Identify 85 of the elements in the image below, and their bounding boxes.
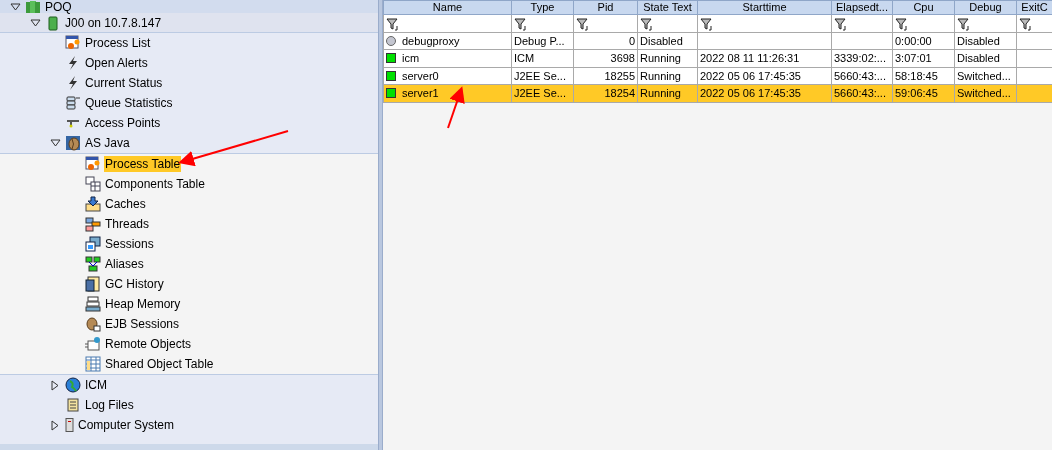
table-cell: 18255 — [573, 67, 638, 85]
table-gears-icon — [65, 35, 81, 51]
tree-item[interactable]: Remote Objects — [104, 336, 193, 352]
collapse-toggle-icon[interactable] — [29, 18, 41, 27]
tree-item[interactable]: Caches — [104, 196, 147, 212]
coffee-bean-icon — [65, 135, 81, 151]
table-cell: 0:00:00 — [892, 32, 955, 50]
filter-icon[interactable] — [576, 17, 590, 31]
filter-icon[interactable] — [700, 17, 714, 31]
filter-icon[interactable] — [834, 17, 848, 31]
table-cell: Running — [637, 49, 698, 67]
tree-item[interactable]: Components Table — [104, 176, 206, 192]
grid-table-icon — [85, 356, 101, 372]
filter-icon[interactable] — [957, 17, 971, 31]
tree-item[interactable]: POQ — [44, 0, 73, 15]
table-cell: 5660:43:... — [831, 67, 893, 85]
tree-item[interactable]: Process Table — [104, 156, 182, 172]
table-cell: 0 — [573, 32, 638, 50]
annotation-arrow — [447, 86, 465, 129]
column-header[interactable]: Starttime — [697, 0, 832, 15]
collapse-toggle-icon[interactable] — [9, 2, 21, 11]
table-cell: Debug P... — [511, 32, 574, 50]
tree-item[interactable]: ICM — [84, 377, 108, 393]
tree-item[interactable]: Log Files — [84, 397, 135, 413]
table-cell: Running — [637, 67, 698, 85]
tree-item[interactable]: Open Alerts — [84, 55, 149, 71]
tree-item[interactable]: Aliases — [104, 256, 145, 272]
tree-item[interactable]: Process List — [84, 35, 152, 51]
tree-item[interactable]: Computer System — [77, 417, 176, 433]
table-cell: Switched... — [954, 67, 1017, 85]
tree-item[interactable]: GC History — [104, 276, 165, 292]
table-cell: 2022 08 11 11:26:31 — [697, 49, 832, 67]
queue-stack-icon — [65, 95, 81, 111]
tree-item[interactable]: Shared Object Table — [104, 356, 215, 372]
tree-item[interactable]: Heap Memory — [104, 296, 182, 312]
server-group-icon — [25, 0, 41, 15]
table-cell: Disabled — [954, 32, 1017, 50]
table-cell: icm — [402, 52, 420, 64]
tree-item[interactable]: Queue Statistics — [84, 95, 174, 111]
component-table-icon — [85, 176, 101, 192]
column-header[interactable]: State Text — [637, 0, 698, 15]
table-cell: 3:07:01 — [892, 49, 955, 67]
filter-icon[interactable] — [1019, 17, 1033, 31]
tree-item[interactable]: Access Points — [84, 115, 162, 131]
tree-item[interactable]: EJB Sessions — [104, 316, 181, 332]
column-header[interactable]: Pid — [573, 0, 638, 15]
scroll-icon — [65, 397, 81, 413]
globe-icon — [65, 377, 81, 393]
expand-toggle-icon[interactable] — [51, 419, 59, 431]
alias-tree-icon — [85, 256, 101, 272]
table-cell: 3339:02:... — [831, 49, 893, 67]
expand-toggle-icon[interactable] — [51, 379, 59, 391]
table-cell: debugproxy — [402, 34, 460, 47]
table-cell: Disabled — [637, 32, 698, 50]
column-header[interactable]: ExitC — [1016, 0, 1052, 15]
table-cell: J2EE Se... — [511, 67, 574, 85]
column-header[interactable]: Cpu — [892, 0, 955, 15]
filter-icon[interactable] — [386, 17, 400, 31]
table-cell: server1 — [402, 87, 439, 99]
tree-item[interactable]: AS Java — [84, 135, 131, 151]
table-cell: 58:18:45 — [892, 67, 955, 85]
table-gears-icon — [85, 156, 101, 172]
collapse-toggle-icon[interactable] — [49, 139, 61, 147]
column-header[interactable]: Name — [383, 0, 512, 15]
tree-item[interactable]: Current Status — [84, 75, 164, 91]
column-header[interactable]: Elapsedt... — [831, 0, 893, 15]
column-header[interactable]: Type — [511, 0, 574, 15]
threads-icon — [85, 216, 101, 232]
table-cell: 2022 05 06 17:45:35 — [697, 67, 832, 85]
table-cell: server0 — [402, 69, 439, 82]
remote-objects-icon — [85, 336, 101, 352]
tree-item[interactable]: Sessions — [104, 236, 155, 252]
column-header[interactable]: Debug — [954, 0, 1017, 15]
table-cell: Disabled — [954, 49, 1017, 67]
server-icon — [45, 14, 61, 31]
filter-icon[interactable] — [895, 17, 909, 31]
filter-icon[interactable] — [514, 17, 528, 31]
stacked-trays-icon — [85, 296, 101, 312]
table-cell: ICM — [511, 49, 574, 67]
table-cell: 3698 — [573, 49, 638, 67]
download-box-icon — [85, 196, 101, 212]
computer-tower-icon — [65, 417, 74, 433]
tree-item[interactable]: Threads — [104, 216, 151, 232]
windows-icon — [85, 236, 101, 252]
filter-icon[interactable] — [640, 17, 654, 31]
